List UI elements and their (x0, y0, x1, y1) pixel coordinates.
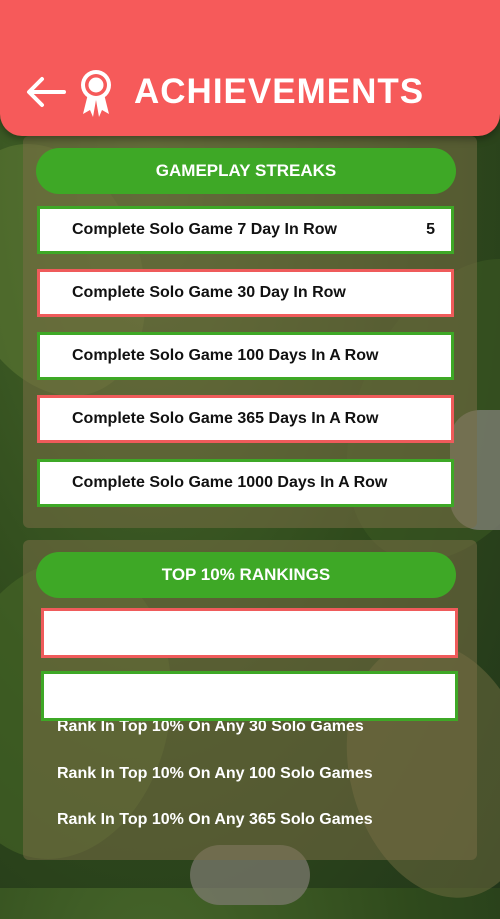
app-header: ACHIEVEMENTS (0, 0, 500, 136)
section-header-streaks: GAMEPLAY STREAKS (36, 148, 456, 194)
achievement-row-7-day[interactable]: Complete Solo Game 7 Day In Row 5 (37, 206, 454, 254)
ranking-label-365: Rank In Top 10% On Any 365 Solo Games (57, 811, 373, 828)
achievement-row-1000-day[interactable]: Complete Solo Game 1000 Days In A Row (37, 459, 454, 507)
ranking-row-red[interactable] (41, 608, 458, 658)
achievement-label: Complete Solo Game 30 Day In Row (72, 284, 346, 301)
ranking-row-green[interactable] (41, 671, 458, 721)
achievement-label: Complete Solo Game 100 Days In A Row (72, 347, 379, 364)
achievement-row-30-day[interactable]: Complete Solo Game 30 Day In Row (37, 269, 454, 317)
award-ribbon-icon (81, 70, 111, 117)
achievement-label: Complete Solo Game 1000 Days In A Row (72, 474, 388, 491)
achievement-row-365-day[interactable]: Complete Solo Game 365 Days In A Row (37, 395, 454, 443)
arrow-left-icon (27, 77, 66, 107)
achievement-row-100-day[interactable]: Complete Solo Game 100 Days In A Row (37, 332, 454, 380)
page-title: ACHIEVEMENTS (134, 72, 425, 111)
achievement-label: Complete Solo Game 365 Days In A Row (72, 410, 379, 427)
section-header-rankings: TOP 10% RANKINGS (36, 552, 456, 598)
achievement-label: Complete Solo Game 7 Day In Row (72, 221, 337, 238)
ranking-label-100: Rank In Top 10% On Any 100 Solo Games (57, 765, 373, 782)
back-button[interactable] (24, 72, 68, 112)
achievement-count: 5 (426, 221, 435, 238)
